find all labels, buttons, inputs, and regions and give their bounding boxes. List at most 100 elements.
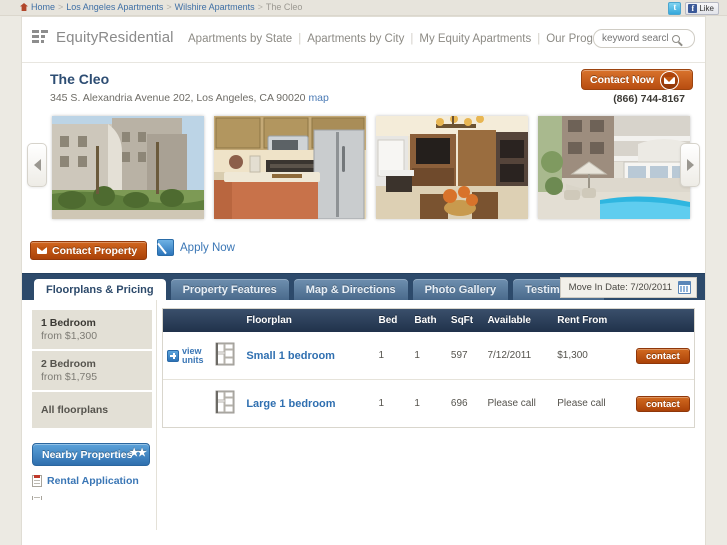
sidebar-link-rental-application[interactable]: Rental Application — [32, 475, 152, 487]
property-address-text: 345 S. Alexandria Avenue 202, Los Angele… — [50, 92, 306, 104]
search-box[interactable] — [593, 29, 695, 48]
pen-icon — [157, 239, 174, 256]
cell-bath: 1 — [410, 332, 447, 380]
move-in-date-picker[interactable]: Move In Date: 7/20/2011 — [559, 277, 697, 298]
table-body: view units Small 1 bedroom 1 1 597 7/12/… — [163, 332, 694, 427]
table-row: view units Small 1 bedroom 1 1 597 7/12/… — [163, 332, 694, 380]
sidebar-link-partial[interactable] — [32, 496, 152, 500]
facebook-like-button[interactable]: f Like — [685, 2, 719, 15]
carousel-photo-3[interactable] — [538, 116, 690, 219]
cell-rent-from: $1,300 — [553, 332, 632, 380]
floorplan-sidebar: 1 Bedroom from $1,300 2 Bedroom from $1,… — [32, 310, 152, 500]
view-units-label: view units — [182, 346, 204, 365]
main-card: EquityResidential Apartments by State | Ap… — [22, 17, 705, 545]
breadcrumb-sep-1: > — [58, 2, 64, 12]
document-icon — [32, 496, 42, 500]
view-units-button[interactable]: view units — [167, 346, 205, 365]
carousel-slides — [52, 116, 690, 219]
nav-apartments-by-city[interactable]: Apartments by City — [307, 33, 404, 45]
search-icon[interactable] — [672, 34, 680, 43]
site-logo[interactable]: EquityResidential — [32, 29, 174, 46]
floorplan-link[interactable]: Large 1 bedroom — [246, 398, 335, 410]
page-title: The Cleo — [50, 71, 110, 87]
carousel-photo-1[interactable] — [214, 116, 366, 219]
plus-icon[interactable] — [167, 349, 179, 362]
carousel-next-button[interactable] — [680, 143, 700, 187]
cell-available: Please call — [487, 398, 536, 409]
property-address: 345 S. Alexandria Avenue 202, Los Angele… — [50, 92, 329, 104]
nearby-properties-button[interactable]: Nearby Properties ★★ — [32, 443, 150, 466]
cell-sqft: 597 — [446, 332, 484, 380]
th-bath: Bath — [410, 309, 447, 332]
contact-property-button[interactable]: Contact Property — [30, 241, 148, 260]
cell-sqft: 696 — [450, 398, 468, 409]
move-in-date-label: Move In Date: 7/20/2011 — [568, 282, 672, 293]
sidebar-item-title: 1 Bedroom — [41, 317, 96, 329]
contact-now-button[interactable]: Contact Now — [581, 69, 693, 90]
logo-text: EquityResidential — [56, 29, 174, 46]
page-root: Home > Los Angeles Apartments > Wilshire Apa… — [0, 0, 727, 545]
breadcrumb-item-1[interactable]: Wilshire Apartments — [175, 2, 255, 12]
breadcrumb-current: The Cleo — [265, 2, 303, 12]
photo-carousel — [22, 111, 705, 231]
sidebar-item-1-bedroom[interactable]: 1 Bedroom from $1,300 — [32, 310, 152, 351]
cell-floorplan-name: Small 1 bedroom — [242, 332, 375, 380]
nav-my-equity-apartments[interactable]: My Equity Apartments — [419, 33, 531, 45]
tab-property-features[interactable]: Property Features — [170, 279, 289, 301]
home-icon — [20, 3, 28, 11]
carousel-photo-2[interactable] — [376, 116, 528, 219]
stars-icon: ★★ — [129, 447, 147, 459]
social-buttons: f Like — [668, 2, 719, 15]
property-phone: (866) 744-8167 — [613, 93, 685, 105]
apply-now-button[interactable]: Apply Now — [157, 239, 235, 256]
tab-floorplans-and-pricing[interactable]: Floorplans & Pricing — [34, 279, 166, 301]
nav-sep-1: | — [298, 33, 302, 45]
search-input[interactable] — [594, 32, 670, 45]
equity-residential-logo-icon — [32, 30, 50, 45]
floorplan-thumbnail-icon[interactable] — [213, 390, 237, 418]
carousel-photo-0[interactable] — [52, 116, 204, 219]
floorplan-link[interactable]: Small 1 bedroom — [246, 350, 335, 362]
table-header-row: Floorplan Bed Bath SqFt Available Rent F… — [163, 309, 694, 332]
contact-button[interactable]: contact — [635, 395, 690, 412]
floorplans-panel: 1 Bedroom from $1,300 2 Bedroom from $1,… — [22, 300, 705, 530]
th-action — [631, 309, 694, 332]
twitter-icon[interactable] — [668, 2, 682, 15]
sidebar-item-2-bedroom[interactable]: 2 Bedroom from $1,795 — [32, 351, 152, 392]
sidebar-item-all-floorplans[interactable]: All floorplans — [32, 392, 152, 430]
th-thumb — [208, 309, 243, 332]
contact-property-label: Contact Property — [52, 244, 138, 257]
cell-expand: view units — [163, 332, 209, 380]
cell-thumbnail — [208, 332, 243, 380]
th-sqft: SqFt — [446, 309, 484, 332]
logo-text-residential: Residential — [98, 29, 174, 46]
facebook-icon: f — [688, 4, 698, 13]
breadcrumb-item-0[interactable]: Los Angeles Apartments — [66, 2, 163, 12]
contact-button[interactable]: contact — [635, 347, 690, 364]
envelope-icon — [37, 247, 47, 254]
contact-now-label: Contact Now — [590, 73, 655, 86]
sidebar-item-title: 2 Bedroom — [41, 358, 96, 370]
breadcrumb-home[interactable]: Home — [31, 2, 55, 12]
envelope-icon — [660, 71, 679, 90]
carousel-prev-button[interactable] — [27, 143, 47, 187]
tab-photo-gallery[interactable]: Photo Gallery — [412, 279, 509, 301]
th-bed: Bed — [374, 309, 411, 332]
cell-floorplan-name: Large 1 bedroom — [242, 380, 374, 428]
floorplans-table: Floorplan Bed Bath SqFt Available Rent F… — [163, 309, 694, 427]
tab-map-and-directions[interactable]: Map & Directions — [293, 279, 408, 301]
breadcrumb-sep-2: > — [166, 2, 172, 12]
cell-bed: 1 — [378, 398, 385, 409]
sidebar-item-subtitle: from $1,300 — [41, 330, 98, 342]
floorplans-table-wrap: Floorplan Bed Bath SqFt Available Rent F… — [162, 308, 695, 428]
chevron-right-icon — [686, 159, 694, 171]
calendar-icon[interactable] — [678, 281, 691, 294]
main-navigation: Apartments by State | Apartments by City | M… — [188, 33, 618, 45]
property-actions: Contact Property Apply Now — [22, 231, 705, 273]
property-header: The Cleo 345 S. Alexandria Avenue 202, L… — [22, 63, 705, 111]
map-link[interactable]: map — [308, 92, 328, 104]
nav-apartments-by-state[interactable]: Apartments by State — [188, 33, 292, 45]
floorplan-thumbnail-icon[interactable] — [213, 342, 237, 370]
cell-bath: 1 — [414, 398, 420, 409]
tab-list: Floorplans & Pricing Property Features M… — [34, 279, 604, 301]
